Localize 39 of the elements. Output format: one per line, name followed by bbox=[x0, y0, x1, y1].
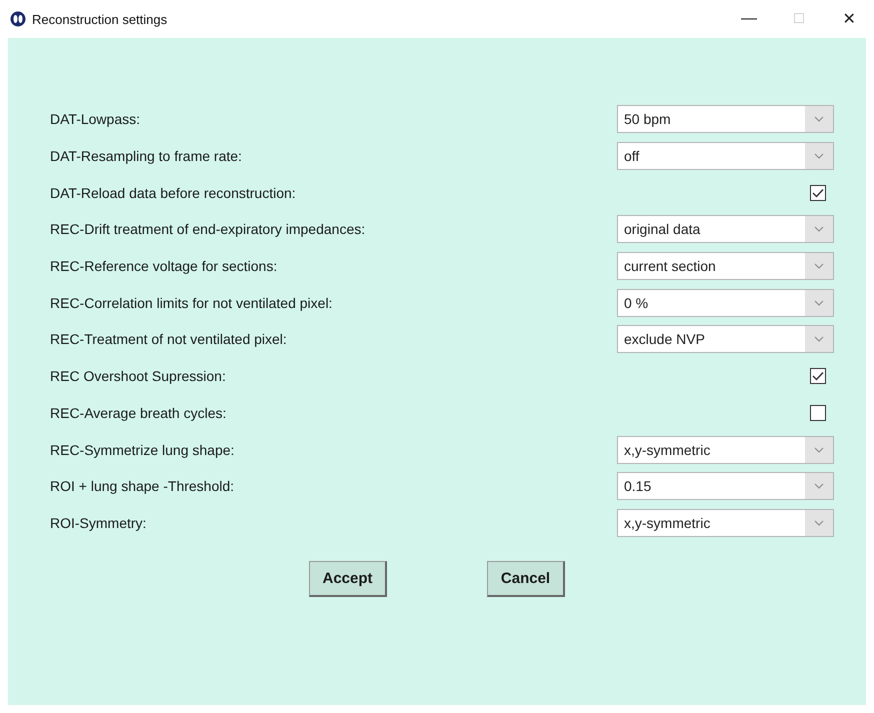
accept-button[interactable]: Accept bbox=[309, 561, 387, 598]
dropdown[interactable]: off bbox=[617, 142, 834, 170]
chevron-down-icon bbox=[814, 300, 824, 306]
close-button[interactable]: ✕ bbox=[824, 0, 874, 38]
setting-label: ROI-Symmetry: bbox=[50, 514, 146, 531]
dropdown[interactable]: 0 % bbox=[617, 288, 834, 317]
dropdown[interactable]: x,y-symmetric bbox=[617, 508, 834, 537]
dropdown[interactable]: current section bbox=[617, 252, 834, 280]
dropdown[interactable]: x,y-symmetric bbox=[617, 436, 834, 464]
chevron-down-icon bbox=[814, 520, 824, 526]
setting-label: ROI + lung shape -Threshold: bbox=[50, 478, 234, 494]
window-title: Reconstruction settings bbox=[32, 12, 168, 26]
setting-label: DAT-Lowpass: bbox=[50, 111, 140, 128]
app-logo-icon bbox=[10, 11, 26, 27]
setting-label: REC-Drift treatment of end-expiratory impedances: bbox=[50, 221, 366, 238]
chevron-down-icon bbox=[814, 153, 824, 160]
dropdown[interactable]: 50 bpm bbox=[617, 105, 834, 134]
setting-label: DAT-Resampling to frame rate: bbox=[50, 148, 242, 164]
chevron-down-icon bbox=[814, 226, 824, 232]
chevron-down-icon bbox=[814, 336, 824, 342]
checkbox[interactable] bbox=[810, 404, 826, 421]
dropdown[interactable]: original data bbox=[617, 215, 834, 244]
setting-label: REC-Reference voltage for sections: bbox=[50, 258, 278, 274]
chevron-down-icon bbox=[814, 116, 824, 122]
setting-label: REC-Correlation limits for not ventilated pixel: bbox=[50, 294, 332, 311]
chevron-down-icon bbox=[814, 483, 824, 490]
chevron-down-icon bbox=[814, 446, 824, 453]
cancel-button[interactable]: Cancel bbox=[487, 561, 565, 598]
setting-label: REC-Treatment of not ventilated pixel: bbox=[50, 331, 287, 348]
checkbox[interactable] bbox=[810, 368, 826, 384]
chevron-down-icon bbox=[814, 263, 824, 270]
dropdown[interactable]: exclude NVP bbox=[617, 325, 834, 354]
setting-label: REC Overshoot Supression: bbox=[50, 368, 226, 384]
checkbox[interactable] bbox=[810, 184, 826, 201]
setting-label: REC-Average breath cycles: bbox=[50, 404, 226, 421]
dropdown[interactable]: 0.15 bbox=[617, 472, 834, 500]
setting-label: REC-Symmetrize lung shape: bbox=[50, 442, 234, 458]
minimize-button[interactable]: — bbox=[724, 0, 774, 38]
setting-label: DAT-Reload data before reconstruction: bbox=[50, 184, 296, 201]
